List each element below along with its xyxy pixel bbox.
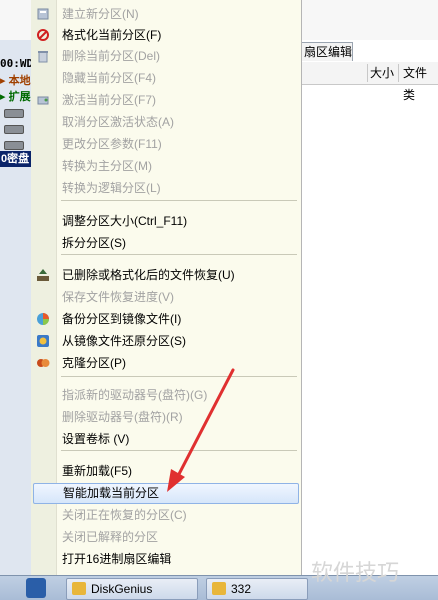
annotation-arrow-icon <box>167 368 235 492</box>
watermark: 软件技巧 <box>311 560 400 585</box>
